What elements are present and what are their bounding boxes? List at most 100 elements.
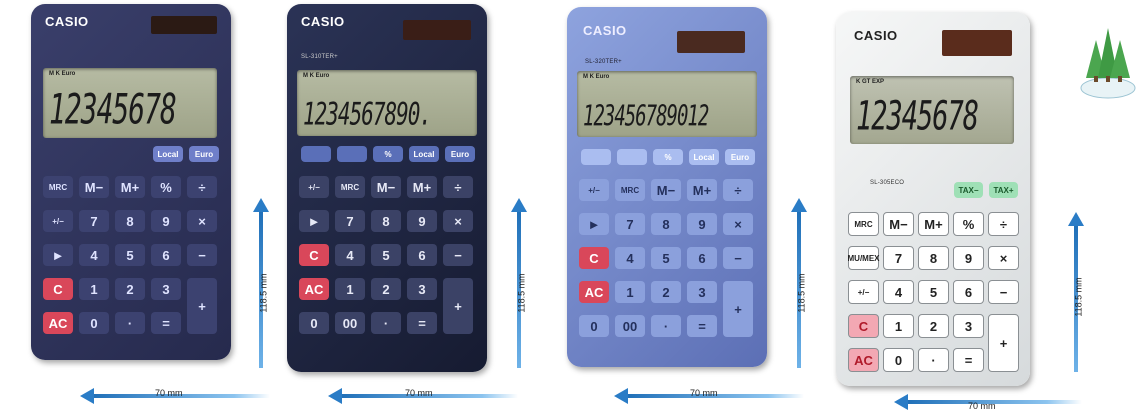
key-1[interactable]: 1	[883, 314, 914, 338]
key-7[interactable]: 7	[615, 213, 645, 235]
key-C[interactable]: C	[43, 278, 73, 300]
key-0[interactable]: 0	[299, 312, 329, 334]
key-·[interactable]: ·	[115, 312, 145, 334]
key-4[interactable]: 4	[615, 247, 645, 269]
key-6[interactable]: 6	[151, 244, 181, 266]
key-5[interactable]: 5	[651, 247, 681, 269]
key-·[interactable]: ·	[371, 312, 401, 334]
key-M−[interactable]: M−	[651, 179, 681, 201]
key-M−[interactable]: M−	[79, 176, 109, 198]
key-M+[interactable]: M+	[918, 212, 949, 236]
key-1[interactable]: 1	[79, 278, 109, 300]
key-4[interactable]: 4	[335, 244, 365, 266]
function-key[interactable]: %	[653, 149, 683, 165]
key-8[interactable]: 8	[371, 210, 401, 232]
key-1[interactable]: 1	[615, 281, 645, 303]
key-9[interactable]: 9	[407, 210, 437, 232]
key-7[interactable]: 7	[79, 210, 109, 232]
key-MRC[interactable]: MRC	[848, 212, 879, 236]
key-1[interactable]: 1	[335, 278, 365, 300]
key-+/−[interactable]: +/−	[848, 280, 879, 304]
key-C[interactable]: C	[579, 247, 609, 269]
key-+[interactable]: +	[988, 314, 1019, 372]
key-2[interactable]: 2	[371, 278, 401, 300]
key-÷[interactable]: ÷	[988, 212, 1019, 236]
key-00[interactable]: 00	[615, 315, 645, 337]
key-6[interactable]: 6	[407, 244, 437, 266]
key-=[interactable]: =	[953, 348, 984, 372]
key-6[interactable]: 6	[953, 280, 984, 304]
key-2[interactable]: 2	[115, 278, 145, 300]
key-8[interactable]: 8	[651, 213, 681, 235]
function-key[interactable]	[581, 149, 611, 165]
key-M+[interactable]: M+	[407, 176, 437, 198]
function-key[interactable]: TAX+	[989, 182, 1018, 198]
function-key[interactable]	[301, 146, 331, 162]
key-+/−[interactable]: +/−	[299, 176, 329, 198]
function-key[interactable]: %	[373, 146, 403, 162]
key-5[interactable]: 5	[115, 244, 145, 266]
key-3[interactable]: 3	[151, 278, 181, 300]
key-C[interactable]: C	[299, 244, 329, 266]
key-MRC[interactable]: MRC	[43, 176, 73, 198]
key-−[interactable]: −	[988, 280, 1019, 304]
key-C[interactable]: C	[848, 314, 879, 338]
function-key[interactable]: Local	[153, 146, 183, 162]
key-►[interactable]: ►	[43, 244, 73, 266]
key-9[interactable]: 9	[687, 213, 717, 235]
key-AC[interactable]: AC	[848, 348, 879, 372]
key-7[interactable]: 7	[335, 210, 365, 232]
key-5[interactable]: 5	[918, 280, 949, 304]
key-M+[interactable]: M+	[115, 176, 145, 198]
function-key[interactable]: Local	[409, 146, 439, 162]
key-×[interactable]: ×	[723, 213, 753, 235]
key-÷[interactable]: ÷	[723, 179, 753, 201]
key-−[interactable]: −	[723, 247, 753, 269]
key-×[interactable]: ×	[443, 210, 473, 232]
key-7[interactable]: 7	[883, 246, 914, 270]
key-3[interactable]: 3	[953, 314, 984, 338]
key-AC[interactable]: AC	[43, 312, 73, 334]
key-−[interactable]: −	[187, 244, 217, 266]
key-►[interactable]: ►	[299, 210, 329, 232]
key-8[interactable]: 8	[115, 210, 145, 232]
function-key[interactable]: Euro	[189, 146, 219, 162]
key-·[interactable]: ·	[918, 348, 949, 372]
key-=[interactable]: =	[151, 312, 181, 334]
key-4[interactable]: 4	[883, 280, 914, 304]
key-2[interactable]: 2	[918, 314, 949, 338]
key-►[interactable]: ►	[579, 213, 609, 235]
key-+[interactable]: +	[443, 278, 473, 334]
key-AC[interactable]: AC	[299, 278, 329, 300]
key-5[interactable]: 5	[371, 244, 401, 266]
key-·[interactable]: ·	[651, 315, 681, 337]
key-MU/MEX[interactable]: MU/MEX	[848, 246, 880, 270]
function-key[interactable]	[617, 149, 647, 165]
key-=[interactable]: =	[687, 315, 717, 337]
key-−[interactable]: −	[443, 244, 473, 266]
key-×[interactable]: ×	[187, 210, 217, 232]
key-0[interactable]: 0	[79, 312, 109, 334]
key-M−[interactable]: M−	[883, 212, 914, 236]
key-6[interactable]: 6	[687, 247, 717, 269]
key-9[interactable]: 9	[151, 210, 181, 232]
key-0[interactable]: 0	[883, 348, 914, 372]
key-8[interactable]: 8	[918, 246, 949, 270]
key-%[interactable]: %	[953, 212, 984, 236]
key-+/−[interactable]: +/−	[579, 179, 609, 201]
key-3[interactable]: 3	[407, 278, 437, 300]
key-0[interactable]: 0	[579, 315, 609, 337]
key-×[interactable]: ×	[988, 246, 1019, 270]
function-key[interactable]: Local	[689, 149, 719, 165]
key-9[interactable]: 9	[953, 246, 984, 270]
key-4[interactable]: 4	[79, 244, 109, 266]
key-00[interactable]: 00	[335, 312, 365, 334]
function-key[interactable]: Euro	[725, 149, 755, 165]
key-M+[interactable]: M+	[687, 179, 717, 201]
key-%[interactable]: %	[151, 176, 181, 198]
key-÷[interactable]: ÷	[187, 176, 217, 198]
key-+[interactable]: +	[723, 281, 753, 337]
key-3[interactable]: 3	[687, 281, 717, 303]
key-M−[interactable]: M−	[371, 176, 401, 198]
key-AC[interactable]: AC	[579, 281, 609, 303]
